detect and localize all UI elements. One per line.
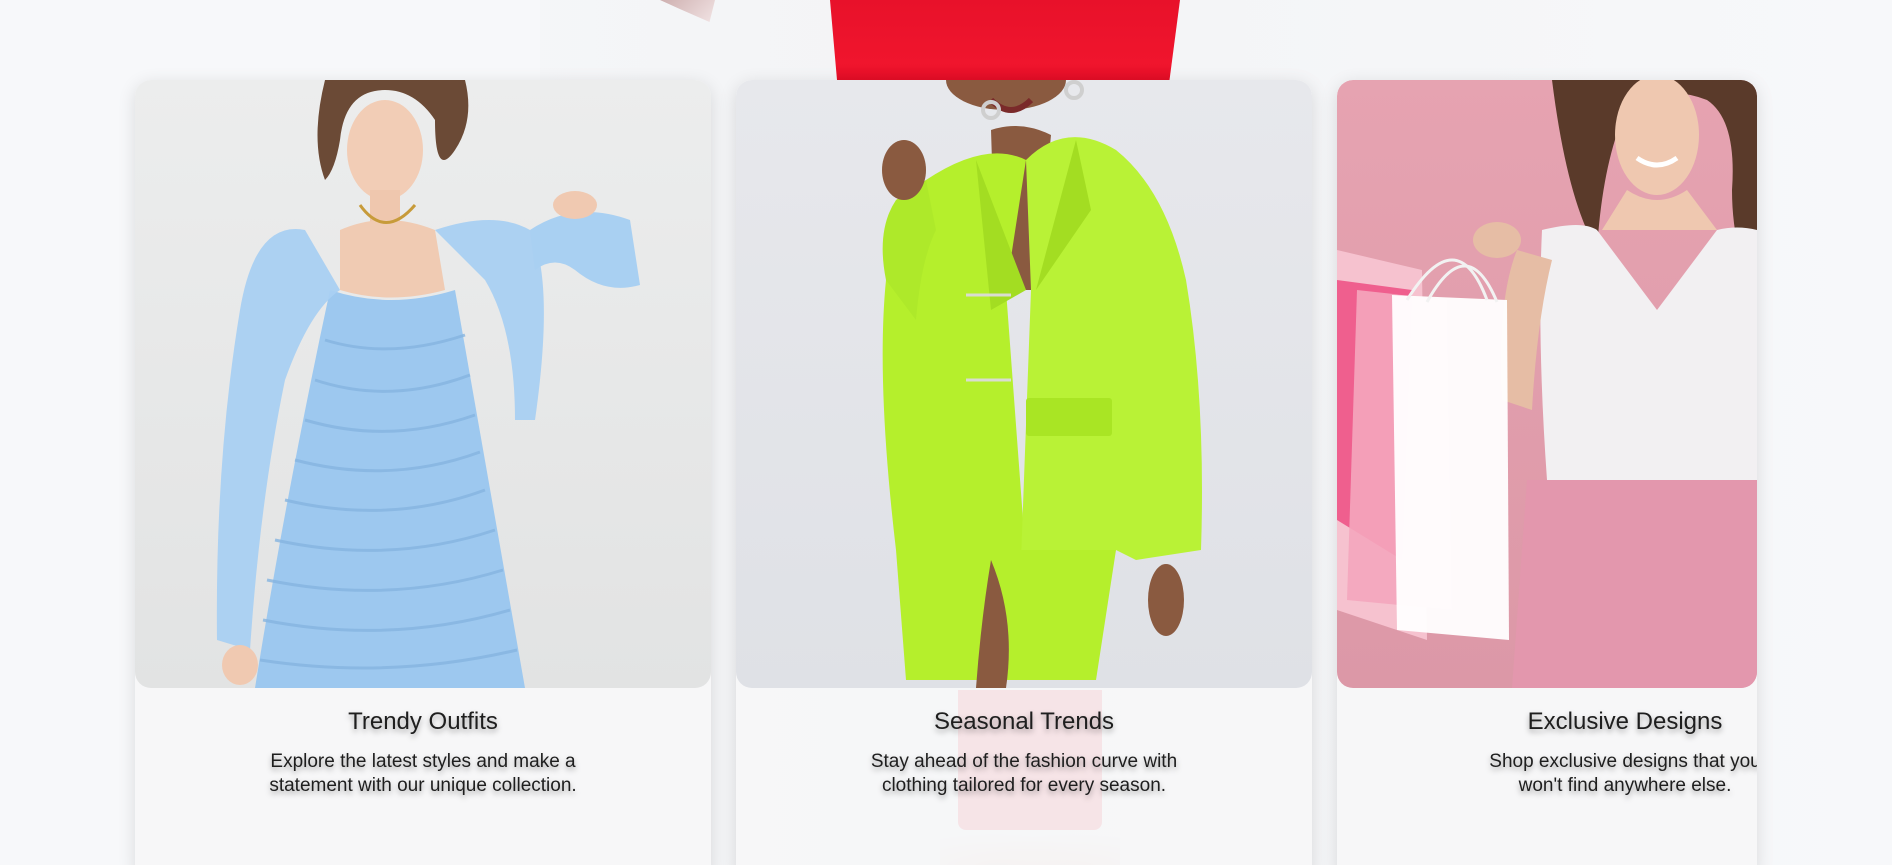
product-card-trendy-outfits[interactable]: Trendy Outfits Explore the latest styles… [135,80,711,865]
model-lime-suit-image [882,80,1202,688]
card-title: Exclusive Designs [1527,708,1723,735]
card-description: Stay ahead of the fashion curve with clo… [870,751,1178,796]
card-description: Shop exclusive designs that you won't fi… [1489,751,1757,796]
card-description: Explore the latest styles and make a sta… [269,751,577,796]
card-title: Trendy Outfits [348,708,498,735]
card-title: Seasonal Trends [933,708,1115,735]
model-blue-dress-image [216,80,640,688]
product-card-image[interactable] [1337,80,1757,688]
product-card-image[interactable] [736,80,1312,688]
carousel-section: Trendy Outfits Explore the latest styles… [0,0,1892,865]
product-card-seasonal-trends[interactable]: Seasonal Trends Stay ahead of the fashio… [736,80,1312,865]
product-card-image[interactable] [135,80,711,688]
background-image-fragment [660,0,715,22]
hero-red-skirt [830,0,1180,80]
product-card-exclusive-designs[interactable]: Exclusive Designs Shop exclusive designs… [1337,80,1757,865]
model-shopping-bags-image [1337,80,1757,688]
